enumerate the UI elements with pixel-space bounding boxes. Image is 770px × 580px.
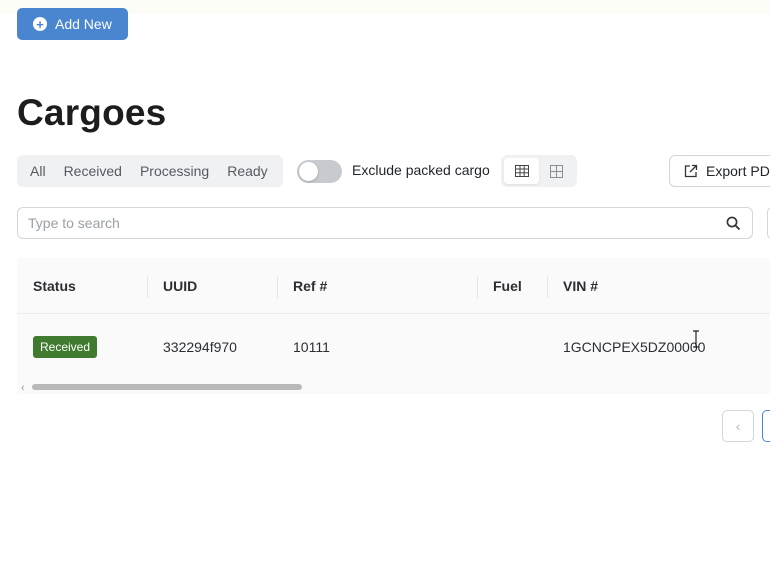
exclude-packed-toggle[interactable]: [297, 160, 342, 183]
scroll-left-icon[interactable]: ‹: [21, 382, 25, 394]
ref-cell: 10111: [293, 338, 330, 355]
chevron-left-icon: ‹: [735, 418, 741, 434]
vin-cell: 1GCNCPEX5DZ00000: [563, 338, 706, 355]
page-title: Cargoes: [17, 92, 167, 133]
status-filter-tabs: All Received Processing Ready: [17, 155, 283, 187]
column-header-ref[interactable]: Ref #: [276, 258, 327, 314]
view-switcher: [501, 155, 577, 187]
status-badge: Received: [33, 335, 98, 358]
table-row[interactable]: Received 332294f970 10111 1GCNCPEX5DZ000…: [17, 315, 770, 378]
tab-all[interactable]: All: [21, 158, 55, 184]
export-pdf-label: Export PDF: [706, 163, 770, 179]
uuid-cell: 332294f970: [163, 338, 237, 355]
external-link-icon: [684, 164, 698, 178]
export-pdf-button[interactable]: Export PDF: [669, 155, 770, 187]
plus-circle-icon: +: [33, 17, 47, 31]
column-header-status[interactable]: Status: [33, 258, 76, 314]
column-header-fuel[interactable]: Fuel: [477, 258, 522, 314]
search-icon[interactable]: [726, 216, 741, 231]
status-cell: Received: [33, 315, 98, 378]
scrollbar-thumb[interactable]: [32, 384, 302, 390]
horizontal-scrollbar[interactable]: ‹: [17, 380, 770, 394]
tab-ready[interactable]: Ready: [218, 158, 276, 184]
pagination-page-button[interactable]: [762, 410, 770, 442]
pagination-prev-button[interactable]: ‹: [722, 410, 754, 442]
tab-received[interactable]: Received: [55, 158, 131, 184]
cargo-table: Status UUID Ref # Fuel VIN # Received 33…: [17, 258, 770, 394]
grid-icon: [550, 164, 563, 178]
table-icon: [514, 165, 529, 177]
search-input[interactable]: [28, 208, 718, 238]
exclude-packed-label: Exclude packed cargo: [352, 162, 490, 178]
table-header: Status UUID Ref # Fuel VIN #: [17, 258, 770, 314]
add-new-button[interactable]: + Add New: [17, 8, 128, 40]
table-view-button[interactable]: [504, 158, 539, 184]
column-header-uuid[interactable]: UUID: [146, 258, 197, 314]
add-new-label: Add New: [55, 16, 112, 32]
text-cursor-icon: [693, 330, 699, 348]
grid-view-button[interactable]: [539, 158, 574, 184]
search-box: [17, 207, 753, 239]
toggle-knob: [299, 162, 318, 181]
tab-processing[interactable]: Processing: [131, 158, 218, 184]
column-header-vin[interactable]: VIN #: [546, 258, 598, 314]
